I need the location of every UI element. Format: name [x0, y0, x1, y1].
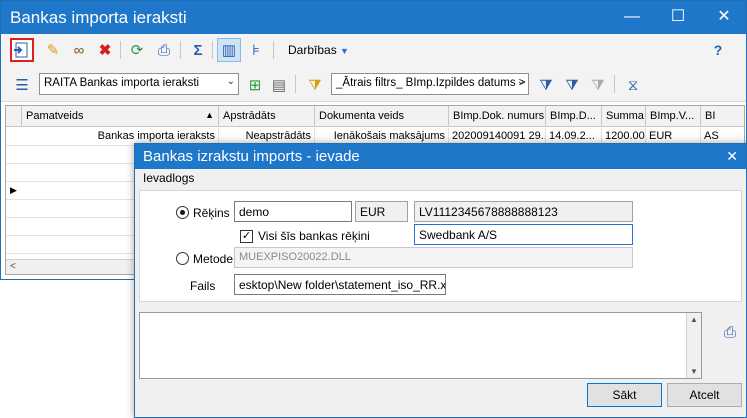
layout-select[interactable]: RAITA Bankas importa ieraksti ⌄ [39, 73, 239, 95]
quick-filter-select[interactable]: _Ātrais filtrs_ BImp.Izpildes datums > ⌄ [331, 73, 529, 95]
input-panel: Rēķins demo EUR LV1112345678888888123 ✓ … [139, 190, 742, 302]
start-button[interactable]: Sākt [587, 383, 662, 407]
all-accounts-label: Visi šīs bankas rēķini [258, 229, 370, 243]
column-header[interactable]: Dokumenta veids [315, 106, 449, 127]
log-memo[interactable]: ▲ ▼ [139, 312, 702, 379]
edit-icon[interactable]: ✎ [41, 38, 65, 62]
sum-icon[interactable]: Σ [186, 38, 210, 62]
print-log-icon[interactable]: ⎙ [718, 320, 742, 344]
window-close-button[interactable]: ✕ [701, 1, 747, 34]
file-path-field[interactable]: esktop\New folder\statement_iso_RR.xml [234, 274, 446, 295]
account-radio[interactable] [176, 206, 189, 219]
maximize-button[interactable]: ☐ [655, 1, 701, 34]
dialog-title: Bankas izrakstu imports - ievade [143, 148, 360, 165]
funnel-icon[interactable]: ⧩ [560, 73, 584, 97]
clear-filter-icon[interactable]: ⧩ [586, 73, 610, 97]
toolbar-divider [120, 41, 121, 59]
column-header-label: Pamatveids [26, 110, 84, 122]
column-header[interactable]: Summa [602, 106, 646, 127]
cancel-button[interactable]: Atcelt [667, 383, 742, 407]
scroll-up-icon[interactable]: ▲ [687, 315, 701, 324]
row-indicator [6, 164, 21, 182]
main-toolbar: ✎ ∞ ✖ ⟳ ⎙ Σ ▥ ⊧ Darbības ▼ ? [1, 34, 746, 66]
scroll-down-icon[interactable]: ▼ [687, 367, 701, 376]
account-field[interactable]: demo [234, 201, 352, 222]
toolbar-divider [614, 75, 615, 93]
column-header[interactable]: Pamatveids ▲ [22, 106, 219, 127]
window-title: Bankas importa ieraksti [10, 8, 187, 27]
window-titlebar: Bankas importa ieraksti — ☐ ✕ [1, 1, 746, 34]
actions-menu-label: Darbības [288, 43, 337, 57]
toolbar-divider [180, 41, 181, 59]
filter-toolbar: ☰ RAITA Bankas importa ieraksti ⌄ ⊞ ▤ ⧩ … [1, 66, 746, 102]
delete-icon[interactable]: ✖ [93, 38, 117, 62]
chevron-down-icon: ⌄ [516, 76, 525, 87]
column-header[interactable]: BImp.V... [646, 106, 701, 127]
chevron-down-icon: ⌄ [226, 76, 235, 87]
minimize-button[interactable]: — [609, 1, 655, 34]
toolbar-divider [212, 41, 213, 59]
scroll-left-button[interactable]: < [10, 261, 16, 272]
layout-select-value: RAITA Bankas importa ieraksti [44, 77, 200, 89]
method-radio[interactable] [176, 252, 189, 265]
method-radio-label: Metode [193, 252, 234, 266]
quick-filter-value: _Ātrais filtrs_ BImp.Izpildes datums > [336, 77, 526, 89]
import-icon[interactable] [10, 38, 34, 62]
row-indicator-header [6, 106, 22, 127]
list-arrow-icon[interactable]: ☰ [10, 73, 34, 97]
view-glasses-icon[interactable]: ∞ [67, 38, 91, 62]
toolbar-divider [273, 41, 274, 59]
statement-import-dialog: Bankas izrakstu imports - ievade ✕ Ievad… [134, 143, 747, 418]
grid-header: Pamatveids ▲ Apstrādāts Dokumenta veids B… [6, 106, 744, 127]
column-header[interactable]: BImp.Dok. numurs [449, 106, 546, 127]
refresh-icon[interactable]: ⟳ [125, 38, 149, 62]
add-filter-icon[interactable]: ⧩ [534, 73, 558, 97]
bank-name-field[interactable]: Swedbank A/S [414, 224, 633, 245]
row-indicator [6, 218, 21, 236]
chevron-down-icon: ▼ [340, 46, 349, 56]
vertical-scrollbar[interactable]: ▲ ▼ [686, 313, 701, 378]
tree-icon[interactable]: ⊧ [244, 38, 268, 62]
print-icon[interactable]: ⎙ [152, 38, 176, 62]
row-indicator [6, 236, 21, 254]
row-indicator [6, 200, 21, 218]
tab-input[interactable]: Ievadlogs [143, 171, 194, 185]
filter-icon[interactable]: ⧩ [303, 73, 327, 97]
iban-field: LV1112345678888888123 [414, 201, 633, 222]
dialog-titlebar: Bankas izrakstu imports - ievade ✕ [135, 144, 746, 169]
currency-field: EUR [355, 201, 408, 222]
toolbar-divider [295, 75, 296, 93]
add-layout-icon[interactable]: ⊞ [243, 73, 267, 97]
columns-icon[interactable]: ▥ [217, 38, 241, 62]
account-radio-label: Rēķins [193, 206, 230, 220]
all-accounts-checkbox[interactable]: ✓ [240, 230, 253, 243]
file-label: Fails [190, 279, 216, 293]
dialog-close-button[interactable]: ✕ [726, 148, 738, 165]
sort-asc-icon: ▲ [205, 110, 214, 120]
layout-list-icon[interactable]: ▤ [267, 73, 291, 97]
column-header[interactable]: BImp.D... [546, 106, 602, 127]
row-indicator: ▶ [10, 185, 17, 195]
column-header[interactable]: Apstrādāts [219, 106, 315, 127]
row-indicator [6, 146, 21, 164]
method-field: MUEXPISO20022.DLL [234, 247, 633, 268]
filter-settings-icon[interactable]: ⧖ [621, 73, 645, 97]
column-header[interactable]: BI [701, 106, 744, 127]
row-indicator [6, 128, 21, 146]
help-icon[interactable]: ? [706, 38, 730, 62]
actions-menu[interactable]: Darbības ▼ [288, 43, 349, 57]
